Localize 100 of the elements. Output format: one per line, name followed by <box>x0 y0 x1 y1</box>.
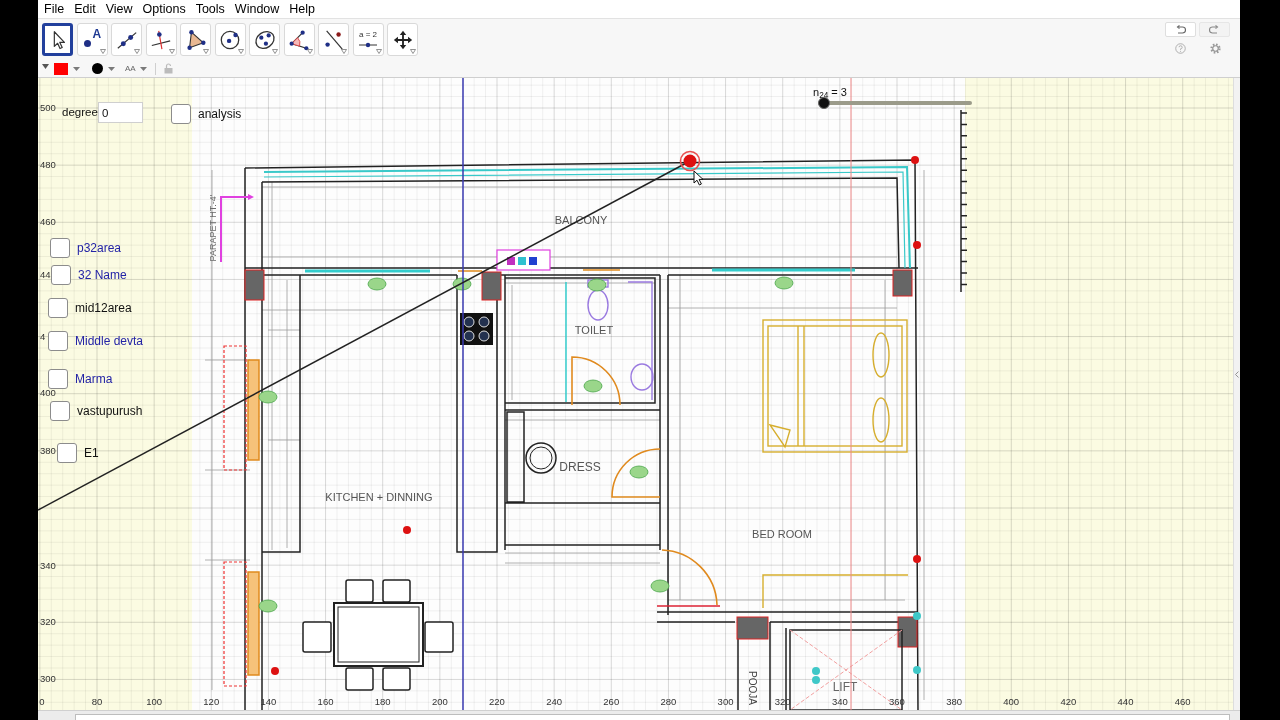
point[interactable] <box>913 241 921 249</box>
axis-label: 440 <box>1117 697 1134 707</box>
input-field[interactable] <box>75 714 1230 720</box>
checkbox[interactable] <box>51 265 71 285</box>
checkbox[interactable] <box>48 331 68 351</box>
ellipse-through-points-icon <box>253 28 276 51</box>
caret-icon <box>73 66 80 71</box>
axis-label: 460 <box>1174 697 1191 707</box>
axis-label: 4 <box>40 332 46 342</box>
color-button[interactable] <box>54 62 80 75</box>
column <box>736 616 769 640</box>
tool-button[interactable] <box>42 23 73 56</box>
oval-tag <box>583 379 603 393</box>
tool-button[interactable]: a = 2 <box>352 23 384 56</box>
redo-icon <box>1209 25 1220 34</box>
point[interactable] <box>913 612 921 620</box>
axis-label: 400 <box>1003 697 1020 707</box>
text-size-button[interactable]: AA <box>125 64 147 73</box>
submenu-triangle-icon <box>306 49 313 54</box>
checkbox[interactable] <box>50 238 70 258</box>
checkbox-label: 32 Name <box>78 269 127 281</box>
axis-label: 320 <box>40 617 56 627</box>
axis-label: 180 <box>374 697 391 707</box>
slider-label: n$_{24}$ = 3 <box>813 87 847 98</box>
point[interactable] <box>913 555 921 563</box>
room-label: TOILET <box>574 324 614 336</box>
checkbox-label: analysis <box>198 108 242 120</box>
axis-label: 240 <box>546 697 563 707</box>
room-label: DRESS <box>559 460 601 474</box>
settings-icon[interactable] <box>1210 43 1221 54</box>
door-swing <box>611 448 661 498</box>
submenu-triangle-icon <box>99 49 106 54</box>
axis-label: 220 <box>489 697 505 707</box>
caret-icon <box>108 66 115 71</box>
menu-item[interactable]: Edit <box>74 2 96 16</box>
axis-label: 500 <box>40 103 56 113</box>
mouse-pointer-icon <box>693 170 704 186</box>
four-way-arrow-icon <box>391 28 414 51</box>
oval-tag <box>650 579 670 593</box>
point[interactable] <box>679 150 701 172</box>
column <box>892 269 913 297</box>
menu-item[interactable]: Window <box>234 2 280 16</box>
axis-label: 460 <box>40 217 56 227</box>
axis-label: 200 <box>431 697 448 707</box>
chair <box>302 621 332 653</box>
axis-label: 300 <box>40 674 56 684</box>
round-seat <box>525 442 557 474</box>
menu-item[interactable]: Help <box>289 2 316 16</box>
chair <box>345 579 374 603</box>
axis-label: 0 <box>39 697 45 707</box>
degree-input[interactable]: 0 <box>98 102 143 123</box>
point[interactable] <box>271 667 279 675</box>
axis-label: 260 <box>603 697 620 707</box>
axis-label: 120 <box>203 697 220 707</box>
room-label: POOJA <box>746 671 758 705</box>
axis-label: 100 <box>146 697 163 707</box>
caret-icon <box>139 66 147 71</box>
menu-item[interactable]: Options <box>142 2 186 16</box>
chair <box>424 621 454 653</box>
axis-label: 340 <box>831 697 848 707</box>
submenu-triangle-icon <box>168 49 175 54</box>
collapse-triangle-icon[interactable] <box>42 63 49 69</box>
submenu-triangle-icon <box>203 49 209 54</box>
checkbox[interactable] <box>50 401 70 421</box>
menu-item[interactable]: View <box>105 2 133 16</box>
axis-label: 80 <box>91 697 103 707</box>
oval-tag <box>258 599 278 613</box>
submenu-triangle-icon <box>134 49 140 54</box>
checkbox[interactable] <box>57 443 77 463</box>
slider-icon <box>358 42 378 48</box>
point-style-button[interactable] <box>92 63 115 74</box>
oval-tag <box>452 277 472 291</box>
checkbox-label: E1 <box>84 447 99 459</box>
axis-label: 380 <box>946 697 962 707</box>
room-label: KITCHEN + DINNING <box>325 491 433 503</box>
menu-item[interactable]: File <box>44 2 65 16</box>
checkbox[interactable] <box>171 104 191 124</box>
undo-button[interactable] <box>1165 22 1196 37</box>
point[interactable] <box>911 156 919 164</box>
checkbox-label: mid12area <box>75 302 132 314</box>
checkbox[interactable] <box>48 369 68 389</box>
axis-label: 300 <box>717 697 734 707</box>
axis-label: 380 <box>40 446 56 456</box>
axis-label: 340 <box>40 561 56 571</box>
line-with-dots-icon <box>322 28 345 51</box>
dot-icon <box>83 40 91 47</box>
menu-item[interactable]: Tools <box>195 2 225 16</box>
axis-label: 160 <box>317 697 334 707</box>
column <box>481 271 502 301</box>
submenu-triangle-icon <box>410 49 416 54</box>
tool-button[interactable]: A <box>76 23 108 56</box>
submenu-triangle-icon <box>341 49 347 54</box>
room-label: PARAPET HT.-4' <box>208 194 218 262</box>
chair <box>345 667 374 691</box>
graphics-view[interactable] <box>38 78 1233 710</box>
undo-icon <box>1175 25 1186 34</box>
door-swing <box>656 549 721 607</box>
checkbox[interactable] <box>48 298 68 318</box>
point[interactable] <box>403 526 411 534</box>
stove-icon <box>460 313 493 345</box>
